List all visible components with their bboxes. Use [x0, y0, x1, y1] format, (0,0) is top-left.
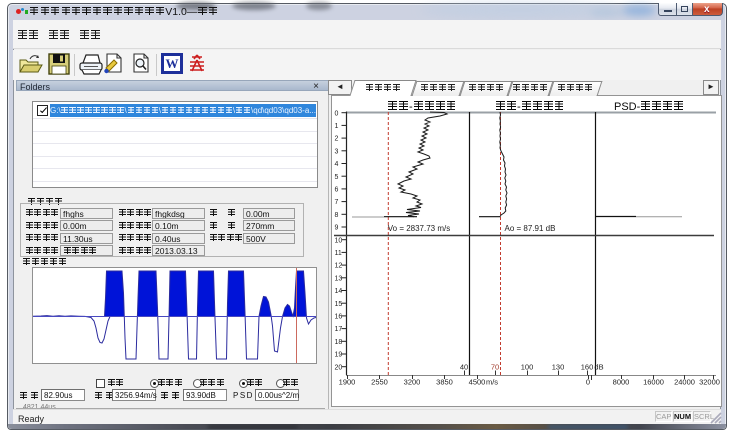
svg-text:160: 160 [581, 363, 594, 372]
svg-text:8: 8 [335, 212, 339, 219]
svg-text:19: 19 [335, 352, 343, 359]
svg-text:8000: 8000 [613, 378, 630, 387]
svg-text:130: 130 [552, 363, 565, 372]
svg-text:6: 6 [335, 187, 339, 194]
svg-text:3: 3 [335, 148, 339, 155]
svg-text:5: 5 [335, 174, 339, 181]
svg-text:24000: 24000 [674, 378, 695, 387]
svg-text:4: 4 [335, 161, 339, 168]
svg-text:13: 13 [335, 275, 343, 282]
svg-text:m/s: m/s [486, 378, 498, 387]
svg-text:1: 1 [335, 123, 339, 130]
svg-text:1900: 1900 [339, 378, 356, 387]
svg-text:9: 9 [335, 225, 339, 232]
svg-text:4500: 4500 [469, 378, 486, 387]
svg-text:40: 40 [460, 363, 468, 372]
svg-text:16: 16 [335, 314, 343, 321]
svg-text:17: 17 [335, 326, 343, 333]
svg-text:20: 20 [335, 364, 343, 371]
svg-text:32000: 32000 [699, 378, 720, 387]
svg-text:dB: dB [594, 363, 603, 372]
svg-text:16000: 16000 [643, 378, 664, 387]
svg-text:70: 70 [491, 363, 499, 372]
svg-text:3200: 3200 [404, 378, 421, 387]
svg-text:12: 12 [335, 263, 343, 270]
svg-text:10: 10 [335, 237, 343, 244]
svg-text:2: 2 [335, 136, 339, 143]
svg-text:Vo = 2837.73 m/s: Vo = 2837.73 m/s [388, 224, 451, 233]
svg-text:Ao = 87.91 dB: Ao = 87.91 dB [505, 224, 556, 233]
svg-text:18: 18 [335, 339, 343, 346]
svg-text:0: 0 [586, 378, 590, 387]
svg-text:0: 0 [335, 110, 339, 117]
svg-text:3850: 3850 [436, 378, 453, 387]
svg-text:15: 15 [335, 301, 343, 308]
svg-text:100: 100 [521, 363, 534, 372]
svg-text:2550: 2550 [371, 378, 388, 387]
svg-text:11: 11 [335, 250, 342, 257]
svg-text:14: 14 [335, 288, 343, 295]
svg-text:7: 7 [335, 199, 339, 206]
